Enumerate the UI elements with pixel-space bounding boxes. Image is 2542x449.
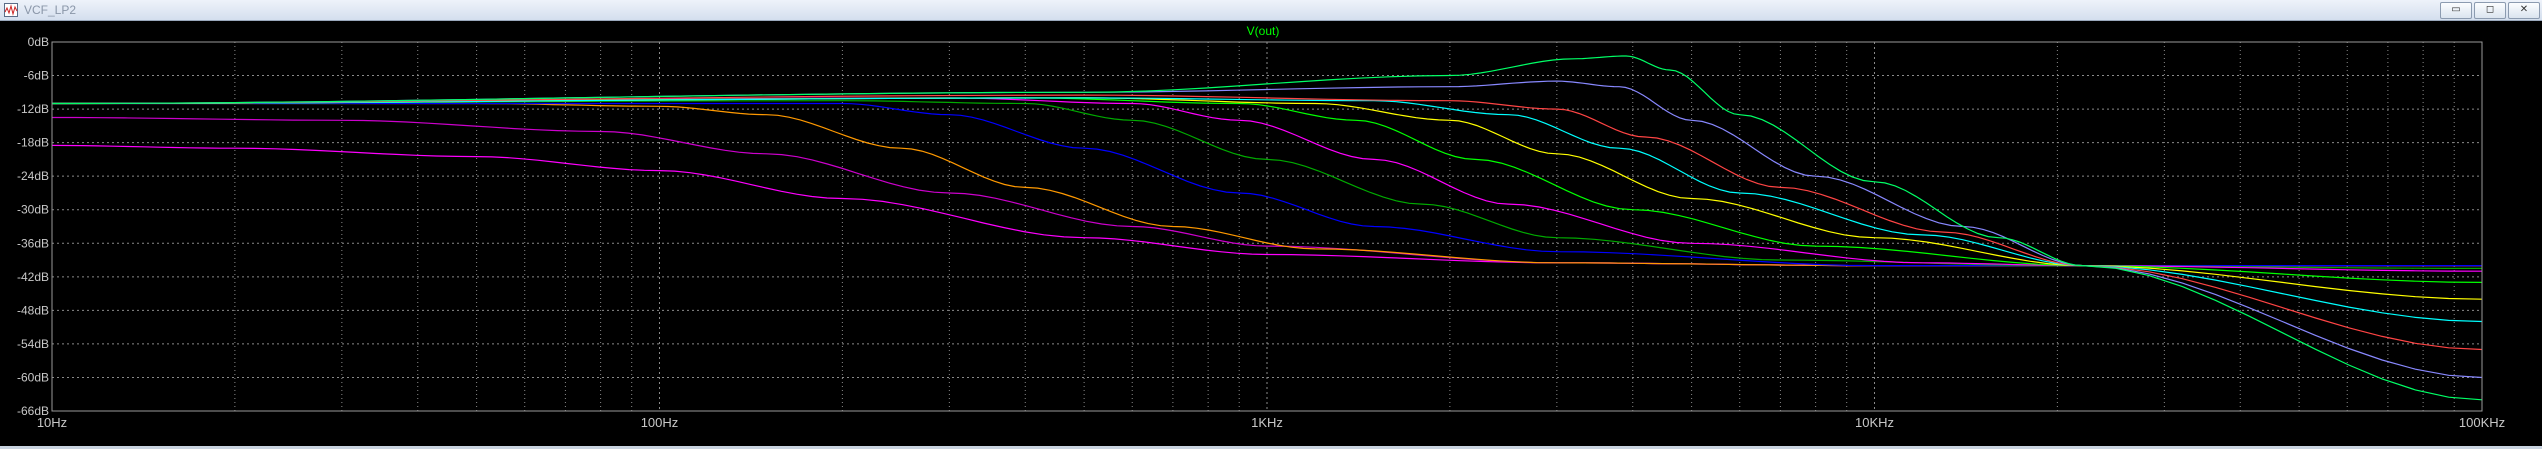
y-axis-ticks: 0dB -6dB -12dB -18dB -24dB -30dB -36dB -42dB -48… xyxy=(17,35,49,418)
maximize-button[interactable]: ◻ xyxy=(2474,2,2506,19)
y-tick-label: -60dB xyxy=(17,370,49,384)
y-tick-label: -24dB xyxy=(17,169,49,183)
y-tick-label: -48dB xyxy=(17,303,49,317)
y-tick-label: -12dB xyxy=(17,102,49,116)
x-tick-label: 1KHz xyxy=(1251,415,1283,430)
y-tick-label: 0dB xyxy=(28,35,49,49)
plot-window: VCF_LP2 ▭ ◻ ✕ V(out) 0dB -6dB -12dB -18dB -2… xyxy=(0,0,2542,449)
y-tick-label: -42dB xyxy=(17,270,49,284)
waveform-app-icon xyxy=(4,3,18,17)
x-axis-ticks: 10Hz 100Hz 1KHz 10KHz 100KHz xyxy=(37,415,2505,430)
title-bar[interactable]: VCF_LP2 ▭ ◻ ✕ xyxy=(0,0,2542,21)
bode-plot[interactable]: V(out) 0dB -6dB -12dB -18dB -24dB -30dB -36dB -… xyxy=(0,20,2542,446)
x-tick-label: 10Hz xyxy=(37,415,67,430)
window-title: VCF_LP2 xyxy=(24,3,77,17)
close-button[interactable]: ✕ xyxy=(2508,2,2540,19)
x-tick-label: 10KHz xyxy=(1855,415,1894,430)
x-tick-label: 100KHz xyxy=(2459,415,2505,430)
y-tick-label: -36dB xyxy=(17,236,49,250)
y-tick-label: -6dB xyxy=(24,69,49,83)
trace-label-vout[interactable]: V(out) xyxy=(1247,24,1280,38)
y-tick-label: -30dB xyxy=(17,203,49,217)
y-tick-label: -54dB xyxy=(17,337,49,351)
x-tick-label: 100Hz xyxy=(641,415,679,430)
minimize-button[interactable]: ▭ xyxy=(2440,2,2472,19)
y-tick-label: -18dB xyxy=(17,136,49,150)
